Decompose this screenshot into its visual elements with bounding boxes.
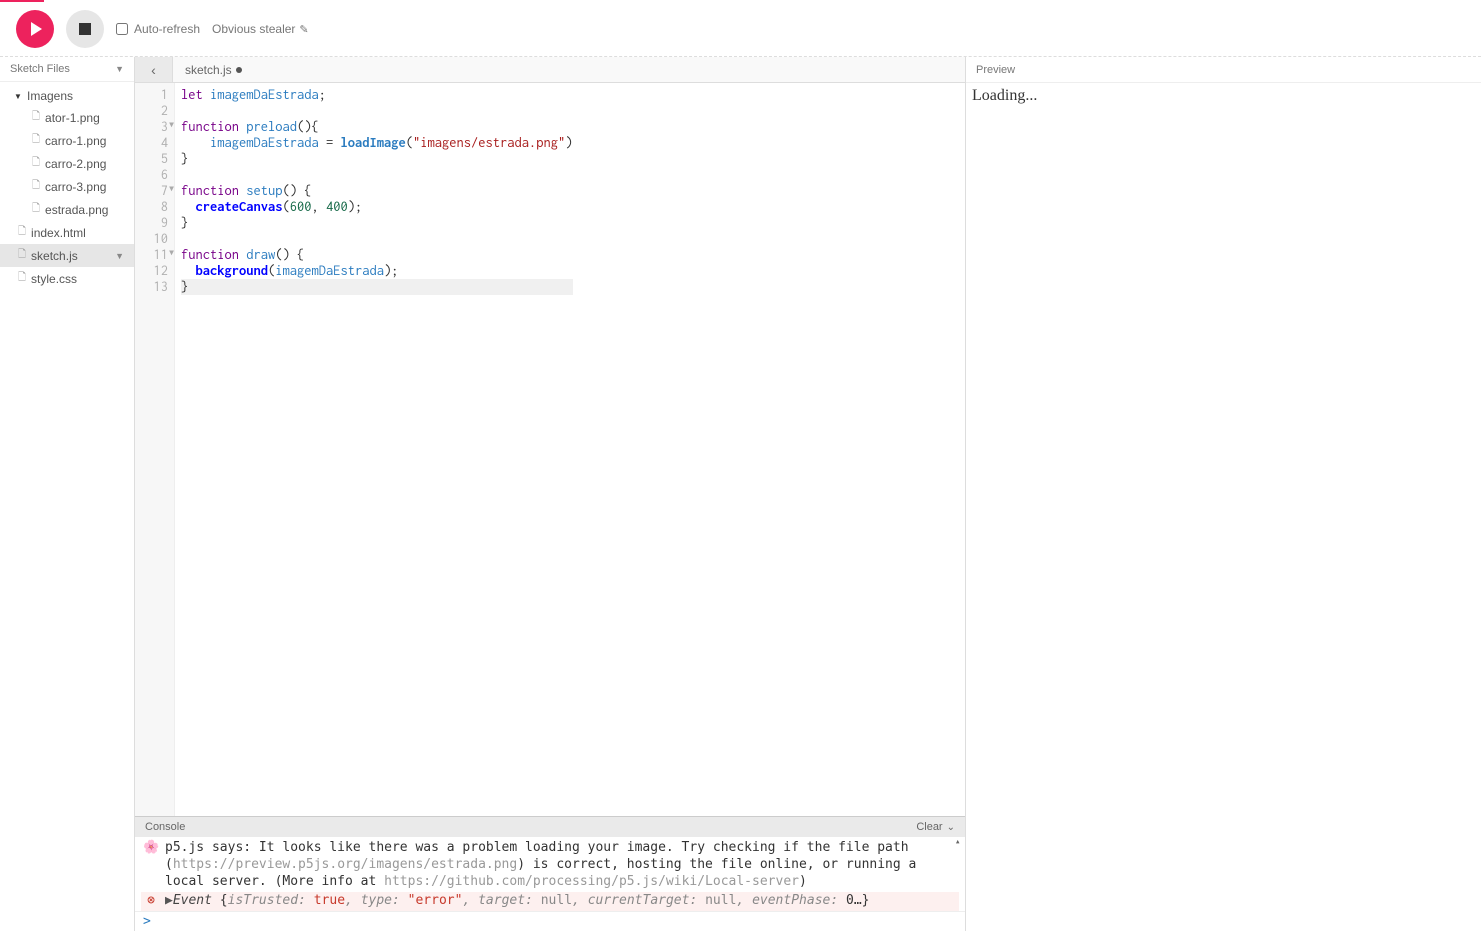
toolbar: Auto-refresh Obvious stealer ✎ bbox=[0, 2, 1481, 57]
code-line[interactable]: function draw() { bbox=[181, 247, 573, 263]
play-button[interactable] bbox=[16, 10, 54, 48]
folder-imagens[interactable]: ▼ Imagens bbox=[0, 86, 134, 106]
caret-down-icon: ▼ bbox=[14, 92, 22, 101]
file-label: estrada.png bbox=[45, 203, 108, 217]
console: Console Clear ⌄ ▴ 🌸 p5.js says: It looks… bbox=[135, 816, 965, 931]
file-label: style.css bbox=[31, 272, 77, 286]
file-icon: 🗋 bbox=[32, 109, 40, 126]
sidebar: Sketch Files ▼ ▼ Imagens 🗋 ator-1.png 🗋 carro… bbox=[0, 57, 135, 931]
console-clear-label: Clear bbox=[916, 821, 942, 833]
sidebar-header[interactable]: Sketch Files ▼ bbox=[0, 57, 134, 82]
code-line[interactable]: } bbox=[181, 279, 573, 295]
console-error-text[interactable]: ▶Event {isTrusted: true, type: "error", … bbox=[165, 893, 869, 910]
preview-panel: Preview Loading... bbox=[966, 57, 1481, 931]
fold-caret-icon[interactable]: ▼ bbox=[169, 185, 174, 194]
error-icon: ⊗ bbox=[143, 893, 159, 910]
file-tree: ▼ Imagens 🗋 ator-1.png 🗋 carro-1.png 🗋 carro-2.… bbox=[0, 82, 134, 294]
chevron-down-icon[interactable]: ▼ bbox=[115, 251, 124, 261]
file-label: sketch.js bbox=[31, 249, 78, 263]
code-line[interactable]: } bbox=[181, 151, 573, 167]
code-line[interactable]: background(imagemDaEstrada); bbox=[181, 263, 573, 279]
file-item[interactable]: 🗋 style.css bbox=[0, 267, 134, 290]
code-line[interactable]: function setup() { bbox=[181, 183, 573, 199]
flower-icon: 🌸 bbox=[143, 840, 159, 891]
file-item[interactable]: 🗋 carro-2.png bbox=[0, 152, 134, 175]
code-line[interactable] bbox=[181, 167, 573, 183]
code-line[interactable]: let imagemDaEstrada; bbox=[181, 87, 573, 103]
preview-loading: Loading... bbox=[972, 87, 1037, 104]
console-prompt: > bbox=[143, 914, 151, 929]
unsaved-dot-icon bbox=[236, 67, 242, 73]
file-item[interactable]: 🗋 estrada.png bbox=[0, 198, 134, 221]
collapse-sidebar-button[interactable]: ‹ bbox=[135, 57, 173, 82]
tab-label: sketch.js bbox=[185, 63, 232, 77]
console-clear-button[interactable]: Clear ⌄ bbox=[916, 821, 955, 833]
stop-button[interactable] bbox=[66, 10, 104, 48]
console-input[interactable]: > bbox=[135, 911, 965, 931]
scroll-up-icon[interactable]: ▴ bbox=[955, 837, 965, 847]
tab-active[interactable]: sketch.js bbox=[173, 63, 254, 77]
pencil-icon: ✎ bbox=[299, 23, 308, 36]
file-item[interactable]: 🗋 sketch.js ▼ bbox=[0, 244, 134, 267]
code-line[interactable]: function preload(){ bbox=[181, 119, 573, 135]
sketch-name[interactable]: Obvious stealer ✎ bbox=[212, 22, 309, 36]
file-icon: 🗋 bbox=[18, 224, 26, 241]
auto-refresh-label: Auto-refresh bbox=[134, 22, 200, 36]
code-line[interactable]: imagemDaEstrada = loadImage("imagens/est… bbox=[181, 135, 573, 151]
preview-header: Preview bbox=[966, 57, 1481, 83]
file-icon: 🗋 bbox=[32, 201, 40, 218]
console-error: ⊗ ▶Event {isTrusted: true, type: "error"… bbox=[141, 892, 959, 911]
play-icon bbox=[31, 22, 42, 36]
console-title: Console bbox=[145, 821, 185, 833]
code-line[interactable] bbox=[181, 103, 573, 119]
chevron-down-icon: ⌄ bbox=[947, 822, 955, 833]
code[interactable]: let imagemDaEstrada;function preload(){ … bbox=[175, 83, 573, 816]
file-icon: 🗋 bbox=[32, 155, 40, 172]
file-label: carro-2.png bbox=[45, 157, 106, 171]
editor: ‹ sketch.js 123▼4567▼891011▼1213 let ima… bbox=[135, 57, 966, 931]
code-line[interactable]: } bbox=[181, 215, 573, 231]
file-label: carro-3.png bbox=[45, 180, 106, 194]
code-line[interactable]: createCanvas(600, 400); bbox=[181, 199, 573, 215]
folder-label: Imagens bbox=[27, 89, 73, 103]
file-label: carro-1.png bbox=[45, 134, 106, 148]
console-warning: 🌸 p5.js says: It looks like there was a … bbox=[141, 839, 959, 892]
chevron-down-icon: ▼ bbox=[115, 64, 124, 74]
main: Sketch Files ▼ ▼ Imagens 🗋 ator-1.png 🗋 carro… bbox=[0, 57, 1481, 931]
expand-caret-icon[interactable]: ▶ bbox=[165, 893, 173, 908]
sketch-name-text: Obvious stealer bbox=[212, 22, 295, 36]
auto-refresh-checkbox[interactable] bbox=[116, 23, 128, 35]
stop-icon bbox=[79, 23, 91, 35]
file-item[interactable]: 🗋 ator-1.png bbox=[0, 106, 134, 129]
file-icon: 🗋 bbox=[32, 132, 40, 149]
preview-title: Preview bbox=[976, 64, 1015, 76]
gutter: 123▼4567▼891011▼1213 bbox=[135, 83, 175, 816]
file-icon: 🗋 bbox=[18, 270, 26, 287]
file-icon: 🗋 bbox=[32, 178, 40, 195]
console-body[interactable]: ▴ 🌸 p5.js says: It looks like there was … bbox=[135, 837, 965, 911]
console-warning-text: p5.js says: It looks like there was a pr… bbox=[165, 840, 957, 891]
file-item[interactable]: 🗋 carro-3.png bbox=[0, 175, 134, 198]
sidebar-title: Sketch Files bbox=[10, 63, 70, 75]
tab-bar: ‹ sketch.js bbox=[135, 57, 965, 83]
console-header: Console Clear ⌄ bbox=[135, 817, 965, 837]
code-line[interactable] bbox=[181, 231, 573, 247]
code-area[interactable]: 123▼4567▼891011▼1213 let imagemDaEstrada… bbox=[135, 83, 965, 816]
file-icon: 🗋 bbox=[18, 247, 26, 264]
fold-caret-icon[interactable]: ▼ bbox=[169, 121, 174, 130]
preview-body: Loading... bbox=[966, 83, 1481, 109]
file-item[interactable]: 🗋 carro-1.png bbox=[0, 129, 134, 152]
auto-refresh-toggle[interactable]: Auto-refresh bbox=[116, 22, 200, 36]
fold-caret-icon[interactable]: ▼ bbox=[169, 249, 174, 258]
file-label: index.html bbox=[31, 226, 86, 240]
file-item[interactable]: 🗋 index.html bbox=[0, 221, 134, 244]
file-label: ator-1.png bbox=[45, 111, 100, 125]
